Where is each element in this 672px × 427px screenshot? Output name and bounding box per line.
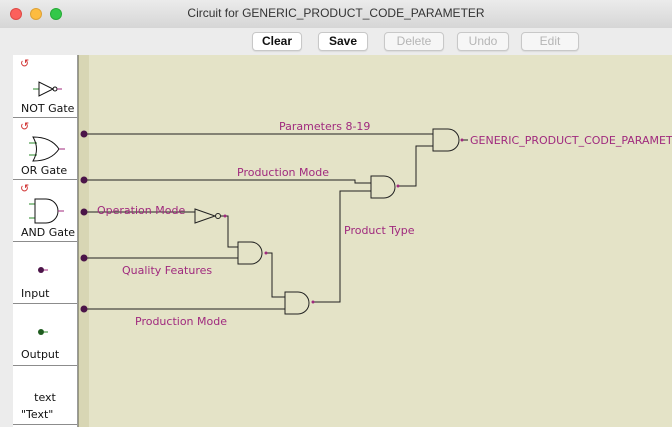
output-dot (223, 214, 227, 218)
not-gate[interactable] (194, 208, 217, 224)
and-gate-4[interactable] (432, 128, 460, 152)
wire-label-operation-mode: Operation Mode (97, 204, 185, 217)
and-gate-2[interactable] (284, 291, 310, 315)
input-pin[interactable] (80, 254, 88, 262)
wire-label-production-mode-2: Production Mode (135, 315, 227, 328)
input-pin[interactable] (80, 305, 88, 313)
wire-production-mode-1 (84, 179, 371, 184)
and-gate-3[interactable] (370, 175, 396, 199)
wire-and1-to-and2 (265, 252, 285, 298)
circuit-diagram: Parameters 8-19 Production Mode Operatio… (80, 120, 672, 328)
output-dot (396, 184, 400, 188)
output-dot (460, 138, 464, 142)
and-gate-1[interactable] (237, 241, 263, 265)
wire-label-production-mode-1: Production Mode (237, 166, 329, 179)
wire-not-to-and1 (221, 215, 238, 248)
wire-and3-to-and4 (398, 145, 433, 187)
output-label: GENERIC_PRODUCT_CODE_PARAMETER (470, 134, 672, 147)
input-pin[interactable] (80, 176, 88, 184)
input-pin[interactable] (80, 130, 88, 138)
output-dot (311, 300, 315, 304)
wire-label-product-type: Product Type (344, 224, 415, 237)
input-pin[interactable] (80, 208, 88, 216)
output-dot (264, 251, 268, 255)
wire-label-quality-features: Quality Features (122, 264, 212, 277)
wire-product-type (313, 190, 371, 303)
wire-label-parameters: Parameters 8-19 (279, 120, 370, 133)
